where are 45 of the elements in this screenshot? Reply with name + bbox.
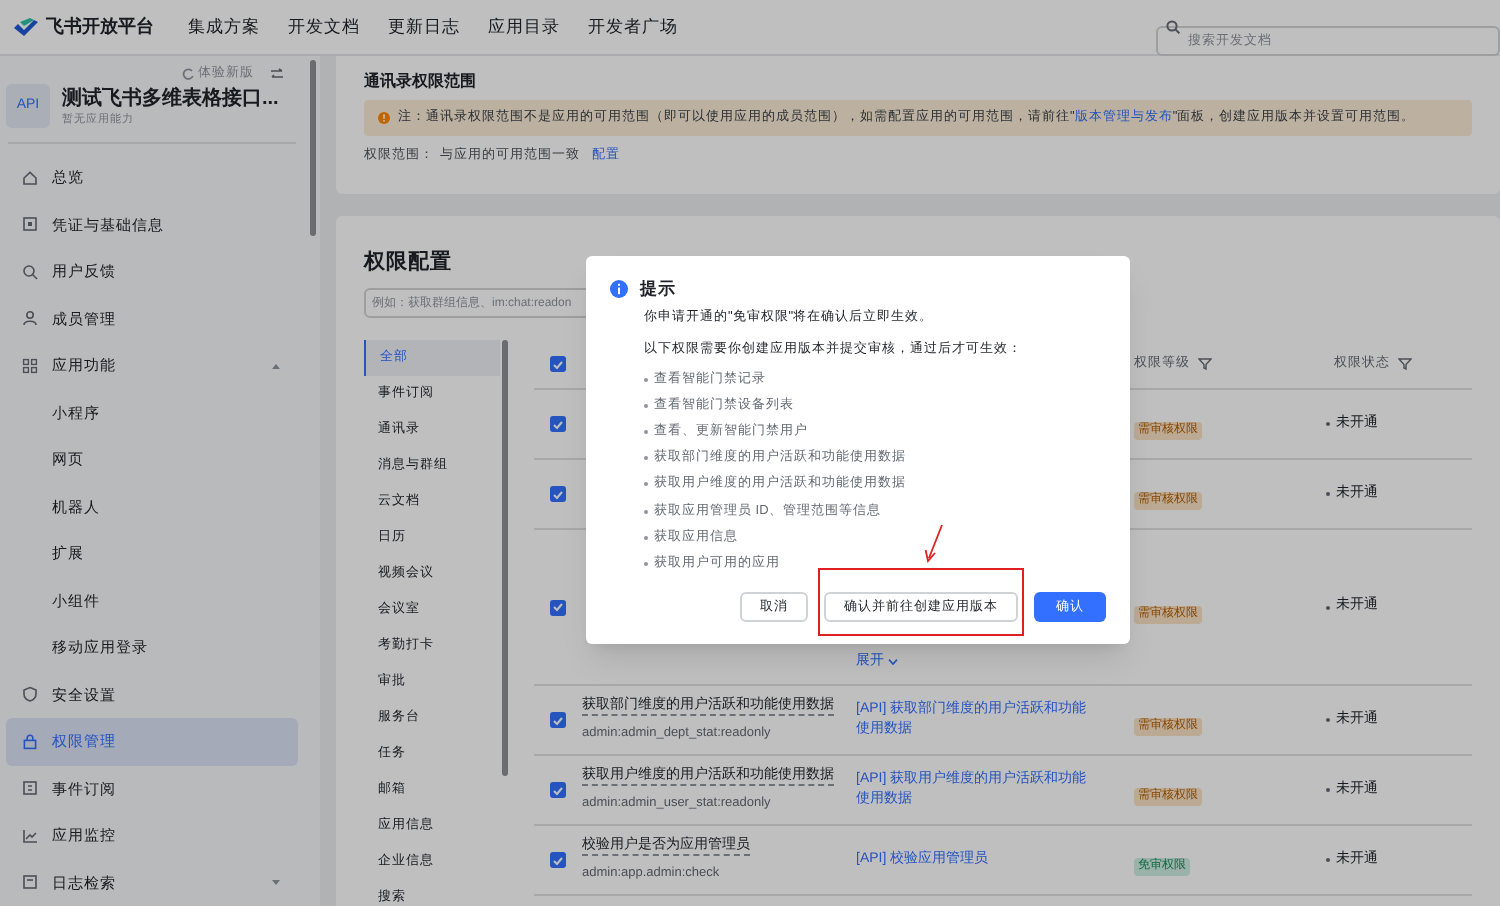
card-icon: [22, 216, 38, 233]
scrollbar[interactable]: [309, 60, 315, 236]
nav-link[interactable]: 应用目录: [488, 14, 560, 40]
log-icon: [22, 874, 38, 891]
check-icon: [552, 715, 564, 725]
search-icon: [1166, 20, 1180, 34]
checkbox[interactable]: [550, 486, 566, 502]
check-icon: [552, 855, 564, 865]
check-icon: [552, 785, 564, 795]
checkbox[interactable]: [550, 416, 566, 432]
grid-icon: [22, 357, 38, 374]
app-name: 测试飞书多维表格接口...: [62, 85, 279, 112]
nav-link[interactable]: 开发者广场: [588, 14, 678, 40]
refresh-icon: [182, 67, 194, 80]
collapse-icon: [270, 67, 284, 80]
person-icon: [22, 310, 38, 327]
check-icon: [552, 359, 564, 369]
check-icon: [552, 419, 564, 429]
nav-link[interactable]: 开发文档: [288, 14, 360, 40]
shield-icon: [22, 686, 38, 703]
nav-link[interactable]: 更新日志: [388, 14, 460, 40]
scrollbar[interactable]: [502, 340, 508, 776]
annotation-arrow-icon: [924, 524, 944, 564]
filter-icon: [1398, 358, 1412, 370]
checkbox[interactable]: [550, 356, 566, 372]
nav-link[interactable]: 集成方案: [188, 14, 260, 40]
info-icon: [610, 280, 628, 298]
checkbox[interactable]: [550, 599, 566, 615]
checkbox[interactable]: [550, 712, 566, 728]
lock-icon: [22, 733, 38, 750]
chevron-down-icon: [888, 657, 898, 666]
checkbox[interactable]: [550, 852, 566, 868]
home-icon: [22, 169, 38, 186]
checkbox[interactable]: [550, 782, 566, 798]
line-chart-icon: [22, 827, 38, 844]
check-icon: [552, 602, 564, 612]
section-title: 通讯录权限范围: [364, 70, 478, 94]
logo-text: 飞书开放平台: [46, 13, 154, 40]
document-icon: [22, 780, 38, 797]
warning-icon: [378, 112, 390, 124]
section-title: 权限配置: [364, 248, 454, 276]
check-icon: [552, 489, 564, 499]
filter-icon: [1198, 358, 1212, 370]
logo-icon: [12, 16, 40, 38]
dialog-title: 提示: [640, 276, 676, 302]
